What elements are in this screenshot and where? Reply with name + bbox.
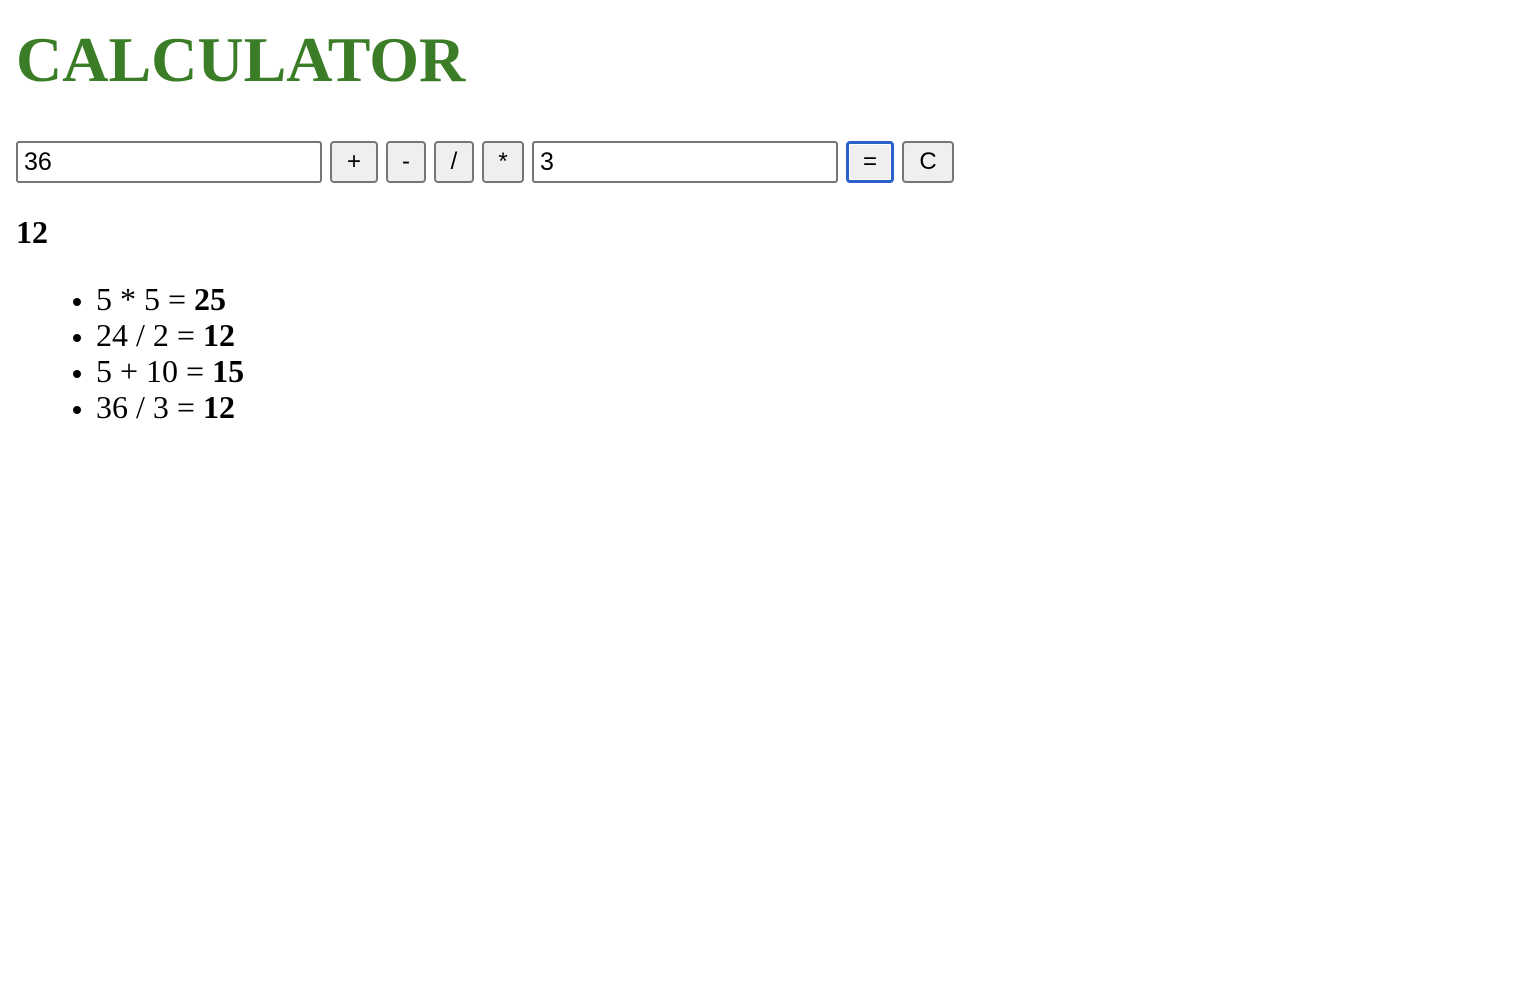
history-item: 36 / 3 = 12 bbox=[96, 389, 244, 425]
history-list: 5 * 5 = 25 24 / 2 = 12 5 + 10 = 15 36 / … bbox=[0, 281, 244, 425]
history-answer: 15 bbox=[212, 353, 245, 389]
subtract-button[interactable]: - bbox=[386, 141, 426, 183]
history-expression: 5 + 10 = bbox=[96, 353, 205, 389]
first-operand-input[interactable] bbox=[16, 141, 322, 183]
history-expression: 36 / 3 = bbox=[96, 389, 195, 425]
clear-button[interactable]: C bbox=[902, 141, 954, 183]
history-item: 5 + 10 = 15 bbox=[96, 353, 244, 389]
calculator-page: CALCULATOR + - / * = C 12 5 * 5 = 25 24 … bbox=[0, 0, 1539, 991]
history-expression: 24 / 2 = bbox=[96, 317, 195, 353]
history-answer: 12 bbox=[202, 317, 235, 353]
page-title: CALCULATOR bbox=[16, 24, 466, 95]
divide-button[interactable]: / bbox=[434, 141, 474, 183]
history-answer: 12 bbox=[202, 389, 235, 425]
history-item: 5 * 5 = 25 bbox=[96, 281, 244, 317]
history-expression: 5 * 5 = bbox=[96, 281, 187, 317]
result-display: 12 bbox=[16, 214, 48, 250]
calculator-controls: + - / * = C bbox=[16, 141, 954, 183]
history-answer: 25 bbox=[194, 281, 227, 317]
multiply-button[interactable]: * bbox=[482, 141, 524, 183]
add-button[interactable]: + bbox=[330, 141, 378, 183]
history-item: 24 / 2 = 12 bbox=[96, 317, 244, 353]
second-operand-input[interactable] bbox=[532, 141, 838, 183]
equals-button[interactable]: = bbox=[846, 141, 894, 183]
